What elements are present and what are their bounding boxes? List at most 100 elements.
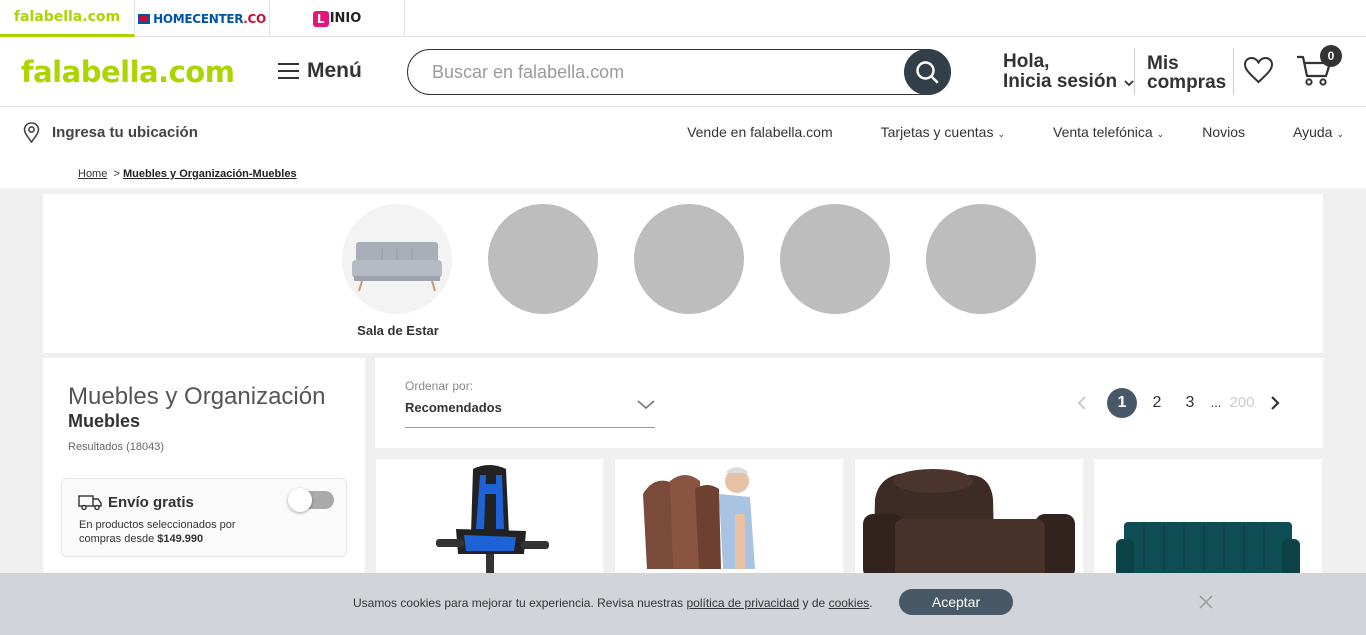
chevron-left-icon[interactable] xyxy=(1077,396,1087,410)
cookie-text: Usamos cookies para mejorar tu experienc… xyxy=(353,596,687,610)
sort-label: Ordenar por: xyxy=(405,379,474,393)
sort-underline xyxy=(405,427,655,428)
brand-tabs-bar: falabella.com HOMECENTER .CO L INIO xyxy=(0,0,1366,37)
heart-icon[interactable] xyxy=(1243,56,1274,84)
product-card[interactable] xyxy=(615,459,843,579)
free-shipping-toggle[interactable] xyxy=(288,488,334,512)
location-label: Ingresa tu ubicación xyxy=(52,124,198,141)
page-last[interactable]: 200 xyxy=(1227,388,1257,418)
category-placeholder[interactable] xyxy=(488,204,598,314)
header-divider xyxy=(1134,48,1135,95)
close-icon[interactable] xyxy=(1198,594,1214,610)
nav-link-cards[interactable]: Tarjetas y cuentas ⌄ xyxy=(857,124,1005,140)
category-placeholder[interactable] xyxy=(780,204,890,314)
page-ellipsis: ... xyxy=(1210,395,1222,410)
location-selector[interactable]: Ingresa tu ubicación xyxy=(23,122,198,143)
tab-homecenter-label: HOMECENTER xyxy=(153,11,244,26)
cookies-link[interactable]: cookies xyxy=(829,596,870,610)
search-input[interactable] xyxy=(432,62,892,83)
chevron-down-icon: ⌄ xyxy=(1156,129,1165,139)
search-button[interactable] xyxy=(904,49,950,95)
sofa-image xyxy=(352,242,442,292)
truck-icon xyxy=(78,495,102,510)
nav-link-phone-sales-label: Venta telefónica xyxy=(1053,124,1153,140)
nav-link-help[interactable]: Ayuda ⌄ xyxy=(1269,124,1344,140)
product-card[interactable] xyxy=(376,459,603,579)
category-subtitle: Muebles xyxy=(68,411,141,431)
breadcrumb-bar: Home > Muebles y Organización-Muebles xyxy=(0,157,1366,188)
purchases-line1: Mis xyxy=(1147,53,1179,74)
teal-sofa-image xyxy=(1116,522,1300,579)
category-placeholder[interactable] xyxy=(926,204,1036,314)
sort-pagination-bar: Ordenar por: Recomendados 1 2 3 ... 200 xyxy=(375,358,1323,448)
accept-cookies-button[interactable]: Aceptar xyxy=(899,589,1013,615)
tab-falabella[interactable]: falabella.com xyxy=(0,0,135,37)
tab-homecenter-suffix: .CO xyxy=(243,11,266,26)
header-divider xyxy=(1233,48,1234,95)
breadcrumb: Home > Muebles y Organización-Muebles xyxy=(78,168,297,180)
falabella-logo[interactable]: falabella.com xyxy=(21,55,235,89)
category-sala-de-estar[interactable] xyxy=(342,204,452,314)
nav-link-phone-sales[interactable]: Venta telefónica ⌄ xyxy=(1029,124,1164,140)
massage-recliner-image xyxy=(863,469,1075,579)
cookie-text: . xyxy=(869,596,873,610)
chevron-down-icon: ⌄ xyxy=(997,129,1006,139)
login-greeting: Hola, xyxy=(1003,51,1050,72)
cookie-banner: Usamos cookies para mejorar tu experienc… xyxy=(0,573,1366,635)
filter-panel: Muebles y Organización Muebles Resultado… xyxy=(43,358,365,588)
hamburger-icon xyxy=(278,62,299,80)
purchases-line2: compras xyxy=(1147,72,1227,93)
category-carousel: Sala de Estar xyxy=(43,194,1323,353)
top-nav-links: Vende en falabella.com Tarjetas y cuenta… xyxy=(663,124,1344,140)
main-header: falabella.com Menú Hola, Inicia sesión M… xyxy=(0,37,1366,107)
tab-linio-label: INIO xyxy=(329,11,362,26)
tab-homecenter[interactable]: HOMECENTER .CO xyxy=(135,0,270,37)
toggle-knob xyxy=(288,488,312,512)
free-shipping-filter: Envío gratis En productos seleccionados … xyxy=(61,478,347,557)
breadcrumb-separator: > xyxy=(113,168,120,180)
free-shipping-description: En productos seleccionados por compras d… xyxy=(79,518,236,546)
location-pin-icon xyxy=(23,122,40,143)
nav-link-help-label: Ayuda xyxy=(1293,124,1333,140)
category-title: Muebles y Organización xyxy=(68,383,326,410)
category-label[interactable]: Sala de Estar xyxy=(343,323,453,338)
menu-button[interactable]: Menú xyxy=(278,59,362,83)
homecenter-logo-icon xyxy=(138,13,151,24)
nav-link-sell[interactable]: Vende en falabella.com xyxy=(687,124,833,140)
privacy-policy-link[interactable]: política de privacidad xyxy=(686,596,799,610)
chevron-right-icon[interactable] xyxy=(1270,396,1280,410)
tab-falabella-label: falabella.com xyxy=(13,9,121,25)
free-shipping-text: compras desde xyxy=(79,533,158,545)
page-1[interactable]: 1 xyxy=(1107,388,1137,418)
gaming-chair-image xyxy=(436,465,549,579)
tab-linio[interactable]: L INIO xyxy=(270,0,405,37)
product-card[interactable] xyxy=(1094,459,1322,579)
recliner-chair-image xyxy=(643,467,755,569)
chevron-down-icon[interactable] xyxy=(637,398,655,410)
cart-count-badge: 0 xyxy=(1320,45,1342,67)
breadcrumb-current[interactable]: Muebles y Organización-Muebles xyxy=(123,168,297,180)
results-count: Resultados (18043) xyxy=(68,441,165,453)
chevron-down-icon xyxy=(1124,80,1134,87)
my-purchases-button[interactable]: Mis compras xyxy=(1147,54,1226,92)
breadcrumb-home[interactable]: Home xyxy=(78,168,107,180)
cookie-message: Usamos cookies para mejorar tu experienc… xyxy=(353,596,873,610)
search-bar xyxy=(407,49,951,95)
sort-dropdown[interactable]: Recomendados xyxy=(405,400,502,415)
sub-navigation: Ingresa tu ubicación Vende en falabella.… xyxy=(0,107,1366,157)
search-icon xyxy=(916,61,939,84)
free-shipping-title: Envío gratis xyxy=(108,494,194,511)
chevron-down-icon: ⌄ xyxy=(1336,129,1344,139)
page-3[interactable]: 3 xyxy=(1180,388,1200,418)
nav-link-novios[interactable]: Novios xyxy=(1202,124,1245,140)
free-shipping-amount: $149.990 xyxy=(157,533,204,545)
nav-link-cards-label: Tarjetas y cuentas xyxy=(880,124,994,140)
login-label: Inicia sesión xyxy=(1003,71,1118,92)
free-shipping-text: En productos seleccionados por xyxy=(79,519,236,531)
cookie-text: y de xyxy=(799,596,829,610)
linio-logo-icon: L xyxy=(312,10,329,27)
page-2[interactable]: 2 xyxy=(1147,388,1167,418)
product-card[interactable] xyxy=(855,459,1083,579)
login-button[interactable]: Hola, Inicia sesión xyxy=(1003,52,1134,92)
category-placeholder[interactable] xyxy=(634,204,744,314)
